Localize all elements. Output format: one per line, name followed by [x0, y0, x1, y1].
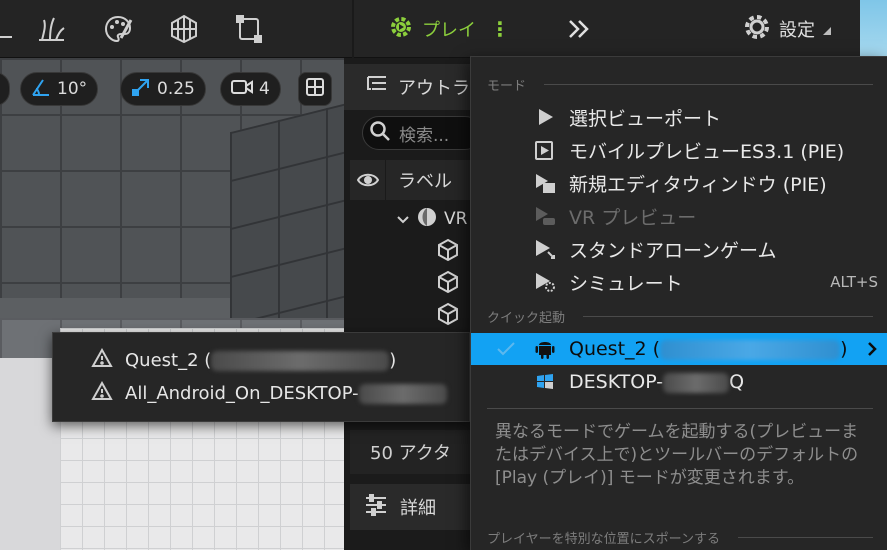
angle-snap-button[interactable]: 10°	[20, 72, 99, 106]
submenu-item-all-android[interactable]: All_Android_On_DESKTOP-	[91, 378, 447, 408]
mobile-preview-icon	[533, 138, 557, 162]
quick-launch-submenu: Quest_2 () All_Android_On_DESKTOP-	[52, 332, 470, 422]
actor-cube-icon[interactable]	[434, 300, 462, 328]
landscape-icon[interactable]	[167, 12, 201, 46]
menu-item-standalone-game[interactable]: スタンドアローンゲーム	[471, 233, 887, 265]
chevron-right-icon	[864, 339, 880, 359]
scale-snap-value: 0.25	[157, 79, 195, 99]
menu-item-new-editor-window[interactable]: 新規エディタウィンドウ (PIE)	[471, 167, 887, 199]
play-gear-icon	[388, 14, 414, 44]
menu-item-quest2[interactable]: Quest_2 ()	[471, 333, 887, 365]
actor-cube-icon[interactable]	[434, 236, 462, 264]
chevron-down-icon[interactable]	[396, 210, 410, 229]
details-title: 詳細	[400, 498, 436, 519]
windows-icon	[533, 370, 557, 394]
outliner-search-input[interactable]: 検索...	[362, 116, 482, 150]
toolbar-separator	[352, 0, 354, 58]
check-icon	[495, 338, 517, 360]
angle-icon	[31, 77, 51, 102]
modeling-icon[interactable]	[232, 12, 266, 46]
section-mode-label: モード	[487, 78, 527, 94]
outliner-title: アウトラ	[398, 78, 470, 99]
play-label: プレイ	[422, 20, 476, 41]
standalone-icon	[533, 237, 557, 261]
settings-button[interactable]: 設定	[743, 10, 831, 48]
menu-item-selected-viewport[interactable]: 選択ビューポート	[471, 101, 887, 133]
outliner-column-header: ラベル	[350, 160, 470, 200]
menu-item-label: モバイルプレビューES3.1 (PIE)	[569, 140, 845, 163]
scale-snap-button[interactable]: 0.25	[120, 72, 206, 106]
column-label[interactable]: ラベル	[386, 167, 452, 193]
toolbar-expand-icon[interactable]	[562, 12, 596, 46]
redacted-host-name	[358, 383, 447, 404]
menu-item-label: Quest_2 ()	[569, 338, 848, 360]
actor-count-bar: 50 アクタ	[350, 430, 470, 474]
play-viewport-icon	[533, 105, 557, 129]
camera-speed-button[interactable]: 4	[220, 72, 281, 106]
outliner-panel: アウトラ 検索... ラベル VR 50 アクタ 詳細	[344, 58, 482, 550]
menu-item-label: VR プレビュー	[569, 206, 697, 229]
play-options-icon[interactable]: ⋮	[490, 17, 510, 41]
outliner-root-label: VR	[444, 209, 468, 229]
world-icon	[416, 206, 438, 232]
redacted-device-id	[211, 350, 390, 371]
settings-label: 設定	[779, 20, 815, 41]
menu-item-label: 選択ビューポート	[569, 107, 722, 130]
quick-launch-description: 異なるモードでゲームを起動する(プレビューまたはデバイス上で)とツールバーのデフ…	[495, 422, 859, 488]
scale-icon	[131, 77, 151, 102]
outliner-icon	[366, 74, 388, 100]
viewport-layout-button[interactable]	[298, 72, 332, 106]
section-mode: モード	[487, 74, 873, 94]
menu-item-simulate[interactable]: シミュレート ALT+S	[471, 266, 887, 298]
simulate-icon	[533, 270, 557, 294]
menu-item-mobile-preview[interactable]: モバイルプレビューES3.1 (PIE)	[471, 134, 887, 166]
paint-icon[interactable]	[101, 12, 135, 46]
submenu-item-quest[interactable]: Quest_2 ()	[91, 345, 396, 375]
details-sliders-icon	[364, 494, 388, 520]
warning-icon	[91, 380, 113, 405]
outliner-root-row[interactable]: VR	[396, 204, 467, 234]
foliage-icon[interactable]	[34, 12, 68, 46]
submenu-label: All_Android_On_DESKTOP-	[125, 383, 447, 404]
simulate-shortcut: ALT+S	[830, 273, 878, 291]
section-quick-launch: クイック起動	[487, 306, 873, 326]
settings-corner-icon	[823, 20, 831, 39]
section-quick-label: クイック起動	[487, 310, 566, 326]
section-spawn-label: プレイヤーを特別な位置にスポーンする	[487, 531, 720, 547]
submenu-label: Quest_2 ()	[125, 349, 397, 371]
play-options-menu: モード 選択ビューポート モバイルプレビューES3.1 (PIE) 新規エディタ…	[470, 56, 887, 550]
search-icon	[369, 120, 391, 146]
menu-item-desktop[interactable]: DESKTOP- Q	[471, 366, 887, 398]
menu-item-label: DESKTOP- Q	[569, 371, 745, 393]
camera-speed-value: 4	[259, 79, 270, 99]
gear-icon	[743, 13, 771, 45]
menu-item-label: シミュレート	[569, 272, 683, 295]
android-icon	[533, 337, 557, 361]
sky-preview	[860, 0, 887, 58]
redacted-device-id	[660, 339, 841, 360]
visibility-eye-icon[interactable]	[350, 160, 386, 200]
mode-select-icon[interactable]	[0, 12, 20, 46]
viewport-block-left	[0, 358, 60, 550]
details-tab[interactable]: 詳細	[350, 484, 470, 530]
play-button[interactable]: プレイ ⋮	[388, 10, 510, 48]
layout-grid-icon	[305, 77, 325, 101]
warning-icon	[91, 347, 113, 372]
actor-count: 50 アクタ	[370, 443, 452, 464]
new-window-icon	[533, 171, 557, 195]
outliner-tab[interactable]: アウトラ	[344, 64, 470, 110]
vr-preview-icon	[533, 204, 557, 228]
main-toolbar: プレイ ⋮ 設定	[0, 0, 887, 58]
camera-icon	[231, 78, 253, 101]
angle-snap-value: 10°	[57, 79, 88, 99]
section-spawn: プレイヤーを特別な位置にスポーンする	[487, 527, 873, 547]
menu-separator	[487, 408, 873, 409]
menu-item-label: 新規エディタウィンドウ (PIE)	[569, 173, 827, 196]
redacted-host-name	[663, 372, 730, 393]
menu-item-label: スタンドアローンゲーム	[569, 239, 777, 262]
menu-item-vr-preview: VR プレビュー	[471, 200, 887, 232]
search-placeholder: 検索...	[399, 125, 450, 146]
actor-cube-icon[interactable]	[434, 268, 462, 296]
level-viewport[interactable]: 10° 0.25 4	[0, 58, 344, 550]
